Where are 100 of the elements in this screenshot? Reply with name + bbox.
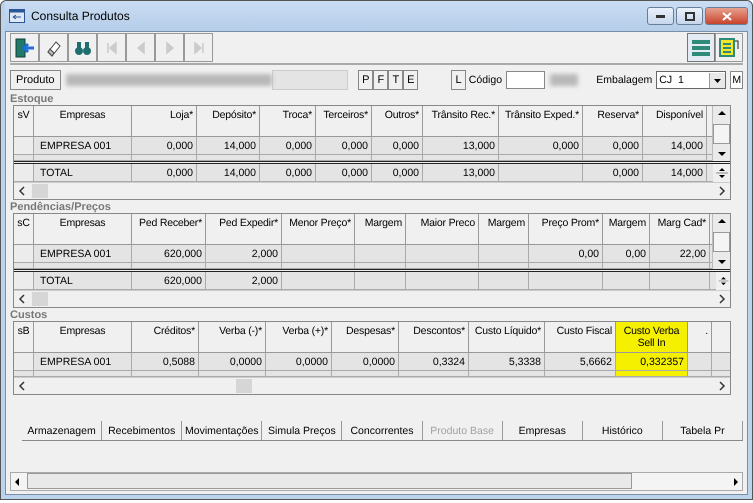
horizontal-scrollbar[interactable]	[14, 290, 730, 307]
table-cell: 0,000	[316, 137, 372, 155]
blank-cell	[707, 164, 713, 182]
total-cell: 0,000	[132, 164, 197, 182]
column-header: Loja*	[132, 106, 197, 137]
horizontal-scrollbar[interactable]	[10, 472, 743, 491]
door-exit-icon	[14, 36, 36, 58]
column-header: Empresas	[34, 322, 132, 353]
blank-cell	[707, 137, 712, 155]
column-header: Ped Expedir*	[206, 214, 282, 245]
letter-button[interactable]: T	[388, 70, 404, 90]
column-header: Marg Cad*	[650, 214, 710, 245]
total-cell	[355, 272, 406, 290]
column-header: Ped Receber*	[132, 214, 206, 245]
column-header: Custo Líquido*	[469, 322, 545, 353]
table-cell: 0,000	[260, 137, 316, 155]
blank-cell	[710, 272, 716, 290]
close-icon	[722, 12, 732, 20]
column-header: Verba (-)*	[199, 322, 266, 353]
total-cell: 14,000	[643, 164, 707, 182]
letter-button[interactable]: P	[358, 70, 374, 90]
total-cell: 0,000	[372, 164, 423, 182]
column-header: Custo Verba Sell In	[616, 322, 688, 353]
column-header: Empresas	[34, 214, 132, 245]
horizontal-scrollbar[interactable]	[14, 377, 730, 394]
section-title: Estoque	[10, 93, 54, 105]
codigo-field[interactable]	[506, 71, 544, 89]
scroll-thumb[interactable]	[236, 379, 252, 393]
total-cell: 0,000	[316, 164, 372, 182]
total-cell: 620,000	[132, 272, 206, 290]
table-cell	[355, 245, 406, 263]
total-cell: 0,000	[260, 164, 316, 182]
column-header: sB	[14, 322, 34, 353]
column-header: Maior Preco	[406, 214, 479, 245]
column-header: sC	[14, 214, 34, 245]
table-cell: 0,332357	[616, 353, 688, 371]
letter-button[interactable]: E	[403, 70, 418, 90]
close-button[interactable]	[705, 7, 748, 25]
produto-button[interactable]: Produto	[10, 70, 61, 90]
toolbar-button[interactable]	[10, 33, 39, 62]
total-cell: 2,000	[206, 272, 282, 290]
column-header: Descontos*	[399, 322, 469, 353]
table-cell	[688, 353, 712, 371]
minimize-icon	[656, 14, 665, 18]
scroll-thumb[interactable]	[713, 232, 730, 252]
toolbar-button[interactable]	[68, 33, 97, 62]
horizontal-scrollbar[interactable]	[14, 182, 730, 199]
minimize-button[interactable]	[647, 7, 674, 25]
toolbar-button[interactable]	[39, 33, 68, 62]
l-button[interactable]: L	[451, 70, 466, 90]
embalagem-label: Embalagem	[596, 74, 652, 86]
total-cell	[650, 272, 710, 290]
table-cell: 5,3338	[469, 353, 545, 371]
column-header: Disponível	[643, 106, 707, 137]
table-cell: 0,00	[529, 245, 603, 263]
table-cell: 14,000	[643, 137, 707, 155]
table-cell: 0,5088	[132, 353, 199, 371]
table-cell: 5,6662	[545, 353, 616, 371]
section-title: Custos	[10, 309, 48, 321]
letter-button[interactable]: F	[373, 70, 388, 90]
table-cell: 0,00	[603, 245, 650, 263]
maximize-button[interactable]	[676, 7, 703, 25]
column-header: Outros*	[372, 106, 423, 137]
embalagem-dropdown[interactable]: CJ 1	[656, 71, 726, 89]
column-header: Troca*	[260, 106, 316, 137]
eraser-icon	[44, 38, 62, 56]
codigo-label: Código	[468, 74, 502, 86]
column-header: .	[688, 322, 712, 353]
m-field[interactable]: M	[730, 71, 743, 89]
view-button[interactable]	[687, 33, 715, 62]
table-cell: 0,0000	[199, 353, 266, 371]
column-header: sV	[14, 106, 34, 137]
view-button[interactable]	[715, 33, 743, 62]
table-cell: 2,000	[206, 245, 282, 263]
form-icon	[719, 38, 739, 58]
table-cell: 22,00	[650, 245, 710, 263]
column-header: Menor Preço*	[282, 214, 355, 245]
window-title: Consulta Produtos	[31, 9, 130, 23]
column-header: Despesas*	[332, 322, 399, 353]
vertical-scrollbar[interactable]	[712, 214, 730, 269]
blurred-code	[550, 74, 578, 86]
table-cell: 0,0000	[332, 353, 399, 371]
table-cell: 0,000	[499, 137, 583, 155]
column-header: Verba (+)*	[266, 322, 332, 353]
table-cell: 14,000	[197, 137, 260, 155]
column-header: Margem	[355, 214, 406, 245]
binoculars-icon	[74, 40, 92, 56]
column-header: Créditos*	[132, 322, 199, 353]
column-header: Custo Fiscal	[545, 322, 616, 353]
scroll-thumb[interactable]	[32, 184, 48, 198]
window-app-icon	[9, 9, 25, 23]
vertical-scrollbar[interactable]	[712, 106, 730, 161]
scroll-thumb[interactable]	[713, 124, 730, 144]
scroll-thumb[interactable]	[27, 473, 632, 489]
table-cell: 13,000	[423, 137, 499, 155]
total-cell	[479, 272, 529, 290]
column-header: Empresas	[34, 106, 132, 137]
scroll-thumb[interactable]	[32, 292, 48, 306]
column-header: Preço Prom*	[529, 214, 603, 245]
table-cell: 0,000	[132, 137, 197, 155]
